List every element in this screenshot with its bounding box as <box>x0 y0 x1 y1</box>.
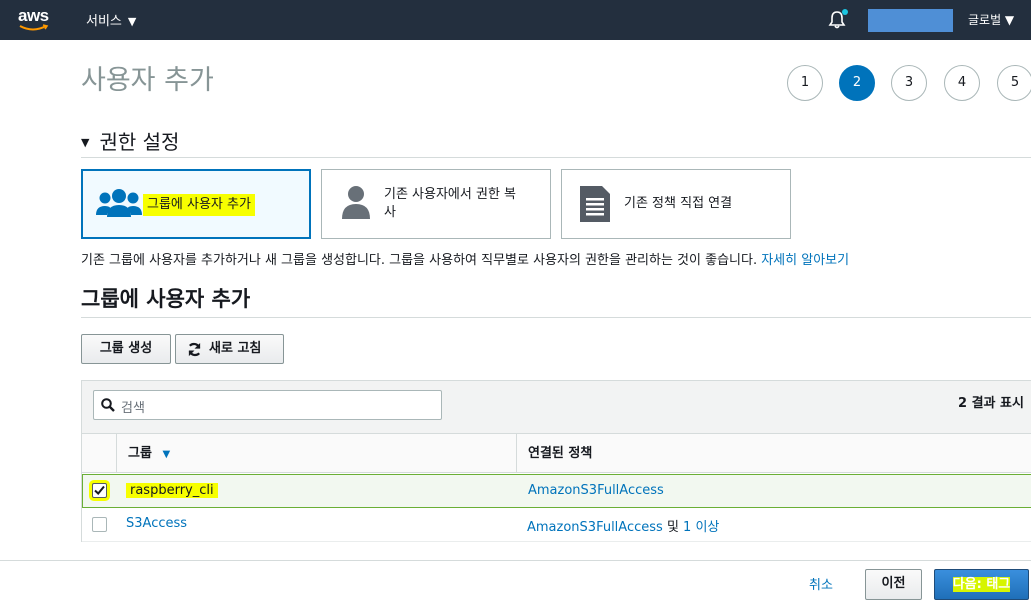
policy-link[interactable]: AmazonS3FullAccess <box>528 483 664 498</box>
create-group-button[interactable]: 그룹 생성 <box>81 334 171 364</box>
description-text: 기존 그룹에 사용자를 추가하거나 새 그룹을 생성합니다. 그룹을 사용하여 … <box>81 253 758 268</box>
step-5[interactable]: 5 <box>997 65 1031 101</box>
option-copy-from-user-label-line2: 사 <box>384 205 396 220</box>
column-header-policy[interactable]: 연결된 정책 <box>528 434 592 473</box>
aws-logo[interactable]: aws <box>17 6 53 34</box>
group-name[interactable]: raspberry_cli <box>126 483 218 498</box>
collapse-triangle-icon: ▼ <box>81 136 90 149</box>
option-attach-policies[interactable]: 기존 정책 직접 연결 <box>561 169 791 239</box>
learn-more-link[interactable]: 자세히 알아보기 <box>761 253 849 268</box>
policy-cell: AmazonS3FullAccess 및 1 이상 <box>527 516 719 535</box>
page-title: 사용자 추가 <box>81 65 214 96</box>
next-tags-button[interactable]: 다음: 태그 <box>934 569 1029 600</box>
aws-smile-icon <box>19 24 49 31</box>
permissions-section-header[interactable]: ▼ 권한 설정 <box>81 126 179 155</box>
services-label: 서비스 <box>86 14 122 29</box>
group-name-link[interactable]: S3Access <box>126 516 187 531</box>
refresh-icon <box>188 342 201 357</box>
groups-table: 검색 2 결과 표시 그룹 ▼ 연결된 정책 raspberry_cli Ama… <box>81 380 1031 542</box>
option-copy-from-user-label-line1: 기존 사용자에서 권한 복 <box>384 187 516 202</box>
refresh-button[interactable]: 새로 고침 <box>175 334 284 364</box>
search-icon <box>101 398 115 412</box>
search-input[interactable]: 검색 <box>93 390 442 420</box>
step-3[interactable]: 3 <box>891 65 927 101</box>
notification-dot <box>842 9 848 15</box>
add-to-group-title: 그룹에 사용자 추가 <box>81 287 251 311</box>
divider <box>81 317 1031 318</box>
table-row[interactable]: S3Access AmazonS3FullAccess 및 1 이상 <box>82 508 1031 542</box>
result-count: 2 결과 표시 <box>958 396 1024 411</box>
footer-divider <box>0 560 1031 561</box>
permissions-section-title: 권한 설정 <box>99 130 180 154</box>
account-menu-redacted[interactable] <box>868 9 953 32</box>
divider <box>81 157 1031 158</box>
more-policies-link[interactable]: 1 이상 <box>683 520 719 535</box>
policy-link[interactable]: AmazonS3FullAccess <box>527 520 663 535</box>
notifications-bell[interactable] <box>827 9 848 30</box>
step-2-active: 2 <box>839 65 875 101</box>
users-group-icon <box>96 189 142 217</box>
step-1[interactable]: 1 <box>787 65 823 101</box>
checkmark-icon <box>94 485 105 495</box>
aws-logo-text: aws <box>18 6 49 25</box>
table-toolbar: 검색 2 결과 표시 <box>82 381 1031 433</box>
caret-down-icon: ▼ <box>127 15 137 28</box>
services-menu[interactable]: 서비스 ▼ <box>86 10 136 29</box>
user-icon <box>342 186 370 219</box>
row-checkbox[interactable] <box>92 517 107 532</box>
top-navigation-bar: aws 서비스 ▼ 글로벌 ▼ <box>0 0 1031 40</box>
option-copy-from-user[interactable]: 기존 사용자에서 권한 복 사 <box>321 169 551 239</box>
region-menu[interactable]: 글로벌 ▼ <box>968 11 1014 28</box>
option-attach-policies-label: 기존 정책 직접 연결 <box>624 196 733 211</box>
step-4[interactable]: 4 <box>944 65 980 101</box>
option-add-to-group[interactable]: 그룹에 사용자 추가 <box>81 169 311 239</box>
cancel-link[interactable]: 취소 <box>809 574 833 593</box>
permissions-description: 기존 그룹에 사용자를 추가하거나 새 그룹을 생성합니다. 그룹을 사용하여 … <box>81 249 849 268</box>
next-button-label: 다음: 태그 <box>952 577 1011 592</box>
document-icon <box>580 186 610 222</box>
previous-button[interactable]: 이전 <box>865 569 922 600</box>
sort-desc-icon: ▼ <box>162 449 171 460</box>
row-checkbox-checked[interactable] <box>92 483 107 498</box>
column-divider <box>116 434 117 473</box>
policy-joiner: 및 <box>666 520 679 535</box>
column-divider <box>516 434 517 473</box>
table-header: 그룹 ▼ 연결된 정책 <box>82 433 1031 473</box>
column-header-group[interactable]: 그룹 ▼ <box>128 434 170 473</box>
table-row[interactable]: raspberry_cli AmazonS3FullAccess <box>82 474 1031 508</box>
option-add-to-group-label: 그룹에 사용자 추가 <box>143 194 255 216</box>
refresh-button-label: 새로 고침 <box>209 341 262 356</box>
search-placeholder: 검색 <box>121 401 145 416</box>
column-header-group-label: 그룹 <box>128 446 152 461</box>
